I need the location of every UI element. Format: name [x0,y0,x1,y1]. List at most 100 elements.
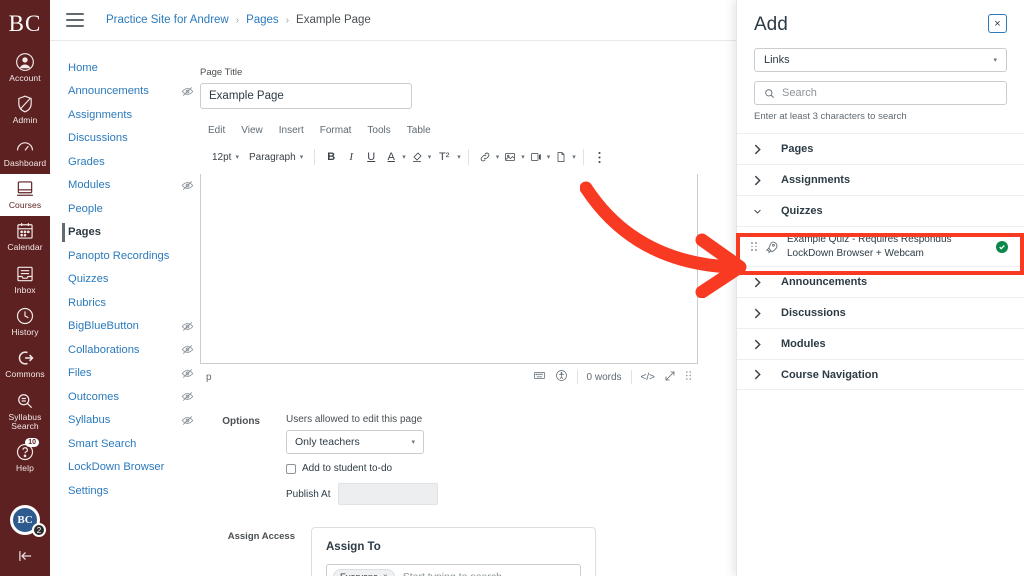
rce-menu-table[interactable]: Table [407,125,431,136]
course-nav-item-quizzes[interactable]: Quizzes [50,269,200,290]
html-editor-icon[interactable]: </> [641,372,655,383]
link-icon[interactable] [476,148,494,166]
accordion-label: Assignments [781,174,850,186]
page-edit-form: Page Title Edit View Insert Format Tools… [200,41,736,576]
accordion-item-pages[interactable]: Pages [737,133,1024,164]
global-nav-item-dashboard[interactable]: Dashboard [0,132,50,174]
global-nav-item-inbox[interactable]: Inbox [0,259,50,301]
accordion-item-course-navigation[interactable]: Course Navigation [737,359,1024,390]
page-title-input[interactable] [200,83,412,109]
hamburger-menu-icon[interactable] [66,13,84,27]
global-nav-item-history[interactable]: History [0,301,50,343]
course-nav-item-smart-search[interactable]: Smart Search [50,433,200,454]
global-nav-item-syllabus-search[interactable]: Syllabus Search [0,386,50,438]
assign-to-input[interactable]: Everyone × Start typing to search... [326,564,581,576]
course-nav-item-pages[interactable]: Pages [50,222,200,243]
rce-menu-edit[interactable]: Edit [208,125,225,136]
global-nav-item-admin[interactable]: Admin [0,89,50,131]
content-type-value: Links [764,54,790,66]
chevron-down-icon[interactable]: ▾ [521,153,525,161]
chevron-down-icon[interactable]: ▾ [496,153,500,161]
accordion-item-quizzes[interactable]: Quizzes [737,195,1024,226]
course-nav-item-syllabus[interactable]: Syllabus [50,410,200,431]
course-nav-item-assignments[interactable]: Assignments [50,104,200,125]
media-icon[interactable] [527,148,545,166]
text-color-button[interactable]: A [382,148,400,166]
drag-handle-icon[interactable] [685,370,692,384]
course-nav-item-rubrics[interactable]: Rubrics [50,292,200,313]
eye-slash-icon [181,390,194,403]
breadcrumb-item-course[interactable]: Practice Site for Andrew [106,14,229,26]
accordion-item-announcements[interactable]: Announcements [737,266,1024,297]
course-nav-item-lockdown-browser[interactable]: LockDown Browser [50,457,200,478]
underline-button[interactable]: U [362,148,380,166]
course-nav-item-modules[interactable]: Modules [50,175,200,196]
avatar[interactable]: BC 2 [10,505,40,535]
dashboard-icon [15,137,35,157]
status-divider [577,370,578,384]
accordion-item-discussions[interactable]: Discussions [737,297,1024,328]
breadcrumb-separator: › [236,15,239,26]
global-nav-item-help[interactable]: 10 Help [0,437,50,479]
accordion-item-assignments[interactable]: Assignments [737,164,1024,195]
course-nav-item-discussions[interactable]: Discussions [50,128,200,149]
course-nav-label: Discussions [68,132,194,144]
fullscreen-icon[interactable] [664,370,676,385]
course-nav-item-people[interactable]: People [50,198,200,219]
keyboard-icon[interactable] [533,369,546,385]
superscript-button[interactable]: T² [433,148,455,166]
course-nav-item-outcomes[interactable]: Outcomes [50,386,200,407]
course-nav-item-collaborations[interactable]: Collaborations [50,339,200,360]
user-circle-icon [15,52,35,72]
rce-menu-view[interactable]: View [241,125,263,136]
italic-button[interactable]: I [342,148,360,166]
drag-grip-icon[interactable] [751,242,757,251]
highlighter-icon[interactable] [408,148,426,166]
rce-content-area[interactable] [200,174,698,364]
bold-button[interactable]: B [322,148,340,166]
chevron-down-icon[interactable]: ▾ [428,153,432,161]
accessibility-icon[interactable] [555,369,568,385]
accordion-item-modules[interactable]: Modules [737,328,1024,359]
global-nav-item-calendar[interactable]: Calendar [0,216,50,258]
course-nav-item-grades[interactable]: Grades [50,151,200,172]
course-nav-item-announcements[interactable]: Announcements [50,81,200,102]
global-nav-item-courses[interactable]: Courses [0,174,50,216]
chevron-down-icon[interactable]: ▾ [572,153,576,161]
rce-menu-format[interactable]: Format [320,125,352,136]
kebab-menu-icon[interactable] [591,148,609,166]
remove-pill-icon[interactable]: × [383,572,388,576]
tray-search-field[interactable]: Search [754,81,1007,105]
search-doc-icon [15,391,35,411]
student-todo-checkbox[interactable]: Add to student to-do [286,463,438,474]
font-size-select[interactable]: 12pt ▾ [208,150,243,165]
document-icon[interactable] [552,148,570,166]
content-type-select[interactable]: Links ▾ [754,48,1007,72]
quiz-link-result[interactable]: Example Quiz - Requires Respondus LockDo… [737,226,1024,266]
rce-menu-tools[interactable]: Tools [367,125,390,136]
publish-at-input[interactable] [338,483,438,505]
global-nav-label: Calendar [7,243,42,252]
content-accordion: Pages Assignments Quizzes Example Quiz -… [737,133,1024,390]
course-nav-item-home[interactable]: Home [50,57,200,78]
collapse-left-icon[interactable] [17,549,34,566]
image-icon[interactable] [501,148,519,166]
close-icon[interactable]: × [988,14,1007,33]
chevron-down-icon[interactable]: ▾ [547,153,551,161]
rce-menu-insert[interactable]: Insert [279,125,304,136]
editors-caption: Users allowed to edit this page [286,414,438,425]
course-nav-item-settings[interactable]: Settings [50,480,200,501]
breadcrumb-item-pages[interactable]: Pages [246,14,279,26]
editing-roles-select[interactable]: Only teachers ▾ [286,430,424,454]
global-nav-item-account[interactable]: Account [0,47,50,89]
chevron-down-icon[interactable]: ▾ [457,153,461,161]
toolbar-divider [583,149,584,165]
course-nav-item-files[interactable]: Files [50,363,200,384]
accordion-label: Quizzes [781,205,823,217]
chevron-down-icon[interactable]: ▾ [402,153,406,161]
course-nav-item-panopto-recordings[interactable]: Panopto Recordings [50,245,200,266]
course-nav-item-bigbluebutton[interactable]: BigBlueButton [50,316,200,337]
assignee-pill-everyone[interactable]: Everyone × [333,569,395,576]
global-nav-item-commons[interactable]: Commons [0,343,50,385]
block-format-select[interactable]: Paragraph ▾ [245,150,307,165]
